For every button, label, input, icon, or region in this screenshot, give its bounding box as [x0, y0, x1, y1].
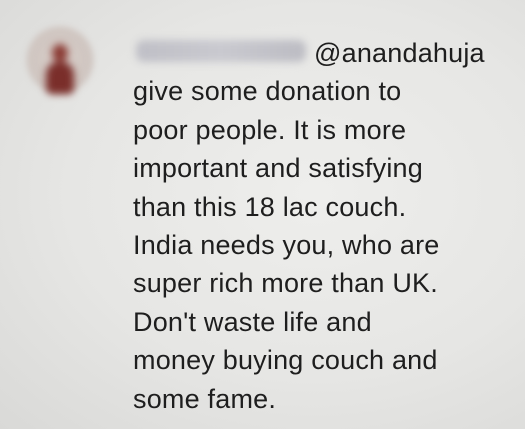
comment-line: India needs you, who are [133, 230, 440, 261]
comment-line: money buying couch and [133, 345, 438, 376]
comment-text: give some donation to poor people. It is… [133, 34, 513, 418]
avatar-image [44, 44, 76, 96]
comment-line: Don't waste life and [133, 306, 372, 337]
comment-line: than this 18 lac couch. [133, 191, 407, 222]
comment: @anandahuja give some donation to poor p… [0, 0, 525, 429]
comment-line: give some donation to [133, 76, 402, 107]
comment-line: super rich more than UK. [133, 268, 438, 299]
avatar-head [52, 44, 68, 62]
comment-line: poor people. It is more [133, 114, 407, 145]
avatar-body [46, 62, 74, 94]
comment-line: some fame. [133, 383, 277, 414]
comment-line: important and satisfying [133, 153, 423, 184]
